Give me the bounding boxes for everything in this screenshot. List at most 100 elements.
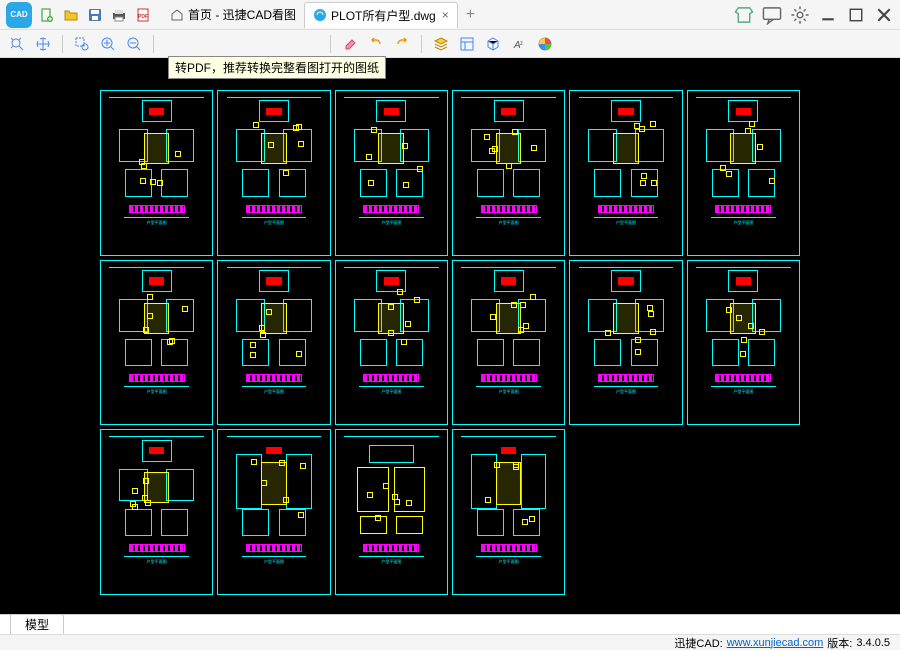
floor-plan bbox=[579, 267, 673, 367]
layout-tabs-bar: 模型 bbox=[0, 614, 900, 634]
document-tabs: 首页 - 迅捷CAD看图 PLOT所有户型.dwg × + bbox=[162, 2, 734, 28]
plan-caption: 户型平面图 bbox=[381, 559, 401, 565]
plan-caption: 户型平面图 bbox=[733, 220, 753, 226]
tab-file[interactable]: PLOT所有户型.dwg × bbox=[304, 2, 458, 28]
drawing-sheet: 户型平面图 bbox=[452, 260, 565, 426]
plan-caption: 户型平面图 bbox=[499, 389, 519, 395]
drawing-sheet: 户型平面图 bbox=[335, 429, 448, 595]
drawing-sheet: 户型平面图 bbox=[569, 90, 682, 256]
plan-legend bbox=[246, 205, 302, 213]
plan-legend bbox=[715, 205, 771, 213]
plan-caption: 户型平面图 bbox=[616, 389, 636, 395]
separator bbox=[330, 35, 331, 53]
drawing-sheet: 户型平面图 bbox=[217, 429, 330, 595]
svg-text:PDF: PDF bbox=[138, 14, 148, 20]
tab-close-icon[interactable]: × bbox=[442, 8, 449, 22]
drawing-sheet bbox=[687, 429, 800, 595]
floor-plan bbox=[109, 97, 203, 197]
drawing-sheet: 户型平面图 bbox=[687, 260, 800, 426]
drawing-sheet: 户型平面图 bbox=[100, 429, 213, 595]
zoom-window-icon[interactable] bbox=[71, 33, 93, 55]
close-button[interactable] bbox=[874, 5, 894, 25]
plan-caption: 户型平面图 bbox=[264, 389, 284, 395]
zoom-in-icon[interactable] bbox=[97, 33, 119, 55]
status-url-link[interactable]: www.xunjiecad.com bbox=[727, 637, 824, 649]
plan-legend bbox=[246, 374, 302, 382]
floor-plan bbox=[109, 436, 203, 536]
eraser-icon[interactable] bbox=[339, 33, 361, 55]
plan-caption: 户型平面图 bbox=[264, 220, 284, 226]
plan-caption: 户型平面图 bbox=[381, 220, 401, 226]
floor-plan bbox=[461, 436, 555, 536]
drawing-sheet: 户型平面图 bbox=[217, 90, 330, 256]
zoom-out-icon[interactable] bbox=[123, 33, 145, 55]
plan-caption: 户型平面图 bbox=[147, 559, 167, 565]
settings-icon[interactable] bbox=[790, 5, 810, 25]
drawing-sheet: 户型平面图 bbox=[569, 260, 682, 426]
quick-access-toolbar: PDF bbox=[38, 6, 152, 24]
drawing-sheet: 户型平面图 bbox=[452, 429, 565, 595]
zoom-extents-icon[interactable] bbox=[6, 33, 28, 55]
feedback-icon[interactable] bbox=[762, 5, 782, 25]
color-wheel-icon[interactable] bbox=[534, 33, 556, 55]
drawing-sheet: 户型平面图 bbox=[452, 90, 565, 256]
plan-caption: 户型平面图 bbox=[381, 389, 401, 395]
plan-legend bbox=[129, 205, 185, 213]
floor-plan bbox=[344, 267, 438, 367]
plan-legend bbox=[363, 374, 419, 382]
plan-legend bbox=[363, 544, 419, 552]
app-logo: CAD bbox=[6, 2, 32, 28]
separator bbox=[153, 35, 154, 53]
plan-legend bbox=[715, 374, 771, 382]
plan-legend bbox=[363, 205, 419, 213]
undo-icon[interactable] bbox=[365, 33, 387, 55]
drawing-sheet: 户型平面图 bbox=[335, 260, 448, 426]
layout-icon[interactable] bbox=[456, 33, 478, 55]
floor-plan bbox=[227, 97, 321, 197]
pdf-icon[interactable]: PDF bbox=[134, 6, 152, 24]
save-icon[interactable] bbox=[86, 6, 104, 24]
floor-plan bbox=[696, 267, 790, 367]
separator bbox=[421, 35, 422, 53]
cad-file-icon bbox=[313, 8, 327, 22]
plan-caption: 户型平面图 bbox=[616, 220, 636, 226]
drawing-sheet: 户型平面图 bbox=[100, 260, 213, 426]
status-version-label: 版本: bbox=[827, 635, 852, 650]
drawing-sheet: 户型平面图 bbox=[335, 90, 448, 256]
layers-icon[interactable] bbox=[430, 33, 452, 55]
3d-view-icon[interactable] bbox=[482, 33, 504, 55]
open-file-icon[interactable] bbox=[62, 6, 80, 24]
plan-legend bbox=[598, 205, 654, 213]
plan-caption: 户型平面图 bbox=[147, 389, 167, 395]
plan-legend bbox=[481, 544, 537, 552]
plan-caption: 户型平面图 bbox=[147, 220, 167, 226]
drawing-canvas[interactable]: 户型平面图户型平面图户型平面图户型平面图户型平面图户型平面图户型平面图户型平面图… bbox=[0, 58, 900, 614]
plan-legend bbox=[246, 544, 302, 552]
print-icon[interactable] bbox=[110, 6, 128, 24]
text-style-icon[interactable]: Az bbox=[508, 33, 530, 55]
new-file-icon[interactable] bbox=[38, 6, 56, 24]
plan-legend bbox=[129, 374, 185, 382]
plan-caption: 户型平面图 bbox=[499, 559, 519, 565]
tab-file-label: PLOT所有户型.dwg bbox=[331, 7, 436, 24]
plan-caption: 户型平面图 bbox=[733, 389, 753, 395]
tab-home-label: 首页 - 迅捷CAD看图 bbox=[188, 6, 296, 23]
floor-plan bbox=[227, 436, 321, 536]
pan-icon[interactable] bbox=[32, 33, 54, 55]
floor-plan bbox=[579, 97, 673, 197]
model-tab[interactable]: 模型 bbox=[10, 614, 64, 634]
status-brand: 迅捷CAD: bbox=[674, 635, 722, 650]
redo-icon[interactable] bbox=[391, 33, 413, 55]
skin-icon[interactable] bbox=[734, 5, 754, 25]
plan-legend bbox=[481, 374, 537, 382]
maximize-button[interactable] bbox=[846, 5, 866, 25]
minimize-button[interactable] bbox=[818, 5, 838, 25]
floor-plan bbox=[461, 267, 555, 367]
drawing-sheets-grid: 户型平面图户型平面图户型平面图户型平面图户型平面图户型平面图户型平面图户型平面图… bbox=[100, 90, 800, 595]
home-icon bbox=[170, 8, 184, 22]
status-version: 3.4.0.5 bbox=[856, 637, 890, 649]
tab-home[interactable]: 首页 - 迅捷CAD看图 bbox=[162, 2, 304, 28]
floor-plan bbox=[227, 267, 321, 367]
floor-plan bbox=[461, 97, 555, 197]
tab-add-button[interactable]: + bbox=[458, 6, 483, 24]
